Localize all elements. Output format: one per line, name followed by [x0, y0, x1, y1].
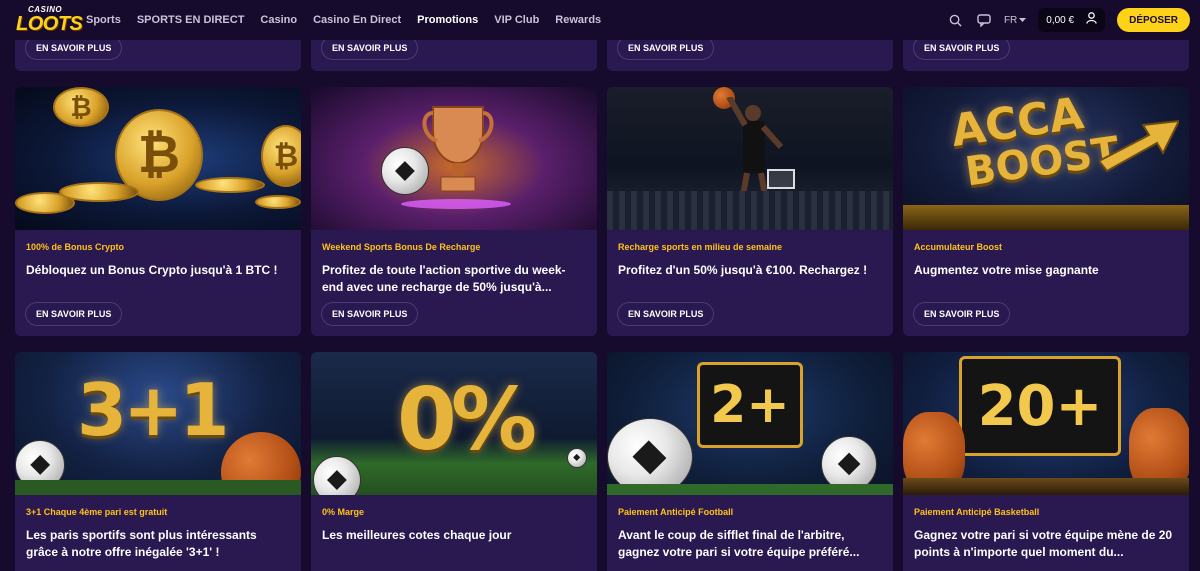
promo-card-midweek-reload[interactable]: Recharge sports en milieu de semaine Pro…	[607, 87, 893, 336]
nav-casino[interactable]: Casino	[260, 14, 297, 26]
main-nav: Sports SPORTS EN DIRECT Casino Casino En…	[86, 14, 601, 26]
search-icon[interactable]	[948, 12, 964, 28]
soccer-ball-icon	[313, 456, 361, 495]
deposit-button[interactable]: DÉPOSER	[1117, 8, 1190, 32]
chevron-down-icon	[1019, 17, 1027, 22]
promo-image-3-plus-1: 3+1	[15, 352, 301, 495]
logo-main-text: LOOTS	[16, 13, 83, 35]
promo-card-3-plus-1[interactable]: 3+1 3+1 Chaque 4ème pari est gratuit Les…	[15, 352, 301, 571]
promo-title: Les paris sportifs sont plus intéressant…	[26, 528, 257, 559]
promo-category: Paiement Anticipé Basketball	[914, 507, 1040, 517]
promo-image-basketball-dunk	[607, 87, 893, 230]
promo-card-weekend-reload[interactable]: Weekend Sports Bonus De Recharge Profite…	[311, 87, 597, 336]
promo-category: Weekend Sports Bonus De Recharge	[322, 242, 481, 252]
promo-card-crypto-bonus[interactable]: ₿ ₿ ₿ 100% de Bonus Crypto Débloquez un …	[15, 87, 301, 336]
promo-image-2-plus-scoreboard: 2+	[607, 352, 893, 495]
arrow-up-right-icon	[1099, 119, 1179, 173]
learn-more-button[interactable]: EN SAVOIR PLUS	[321, 302, 419, 326]
chat-icon[interactable]	[976, 12, 992, 28]
balance-amount: 0,00 €	[1046, 14, 1075, 26]
header-tools: FR 0,00 € DÉPOSER	[948, 8, 1190, 32]
user-icon[interactable]	[1086, 11, 1097, 29]
twenty-plus-scoreboard: 20+	[959, 356, 1121, 456]
two-plus-scoreboard: 2+	[697, 362, 803, 448]
promo-title: Profitez d'un 50% jusqu'à €100. Recharge…	[618, 263, 868, 277]
promo-image-zero-percent: 0%	[311, 352, 597, 495]
promo-card-early-payout-basketball[interactable]: 20+ Paiement Anticipé Basketball Gagnez …	[903, 352, 1189, 571]
soccer-ball-icon	[381, 147, 429, 195]
learn-more-button[interactable]: EN SAVOIR PLUS	[913, 302, 1011, 326]
wallet-panel[interactable]: 0,00 €	[1038, 8, 1106, 32]
promo-title: Augmentez votre mise gagnante	[914, 263, 1099, 277]
promo-category: Recharge sports en milieu de semaine	[618, 242, 783, 252]
bitcoin-coin-icon: ₿	[261, 125, 301, 187]
promo-card-acca-boost[interactable]: ACCA BOOST Accumulateur Boost Augmentez …	[903, 87, 1189, 336]
promo-image-acca-boost: ACCA BOOST	[903, 87, 1189, 230]
promo-category: 100% de Bonus Crypto	[26, 242, 125, 252]
crowd-stands	[607, 191, 893, 230]
casino-loots-logo[interactable]: CASINO LOOTS	[16, 4, 83, 36]
soccer-ball-icon	[567, 448, 587, 468]
learn-more-button[interactable]: EN SAVOIR PLUS	[617, 302, 715, 326]
nav-vip-club[interactable]: VIP Club	[494, 14, 539, 26]
nav-casino-en-direct[interactable]: Casino En Direct	[313, 14, 401, 26]
pitch-grass	[15, 480, 301, 495]
promo-image-trophy-stadium	[311, 87, 597, 230]
promo-title: Profitez de toute l'action sportive du w…	[322, 263, 566, 294]
language-label: FR	[1003, 14, 1018, 26]
promo-title: Avant le coup de sifflet final de l'arbi…	[618, 528, 860, 559]
pitch-grass	[607, 484, 893, 495]
coin-stack-icon	[255, 195, 301, 209]
promo-image-bitcoin-coins: ₿ ₿ ₿	[15, 87, 301, 230]
promo-category: Paiement Anticipé Football	[618, 507, 734, 517]
gold-confetti-floor	[903, 478, 1189, 495]
coin-stack-icon	[59, 182, 139, 202]
three-plus-one-text: 3+1	[77, 368, 230, 452]
glow-pedestal	[401, 199, 511, 209]
bitcoin-coin-icon: ₿	[53, 87, 109, 127]
nav-rewards[interactable]: Rewards	[555, 14, 601, 26]
promo-title: Débloquez un Bonus Crypto jusqu'à 1 BTC …	[26, 263, 278, 277]
promo-title: Gagnez votre pari si votre équipe mène d…	[914, 528, 1173, 559]
top-navigation-bar: CASINO LOOTS Sports SPORTS EN DIRECT Cas…	[0, 0, 1200, 40]
learn-more-button[interactable]: EN SAVOIR PLUS	[25, 302, 123, 326]
promo-category: 0% Marge	[322, 507, 365, 517]
promo-card-zero-margin[interactable]: 0% 0% Marge Les meilleures cotes chaque …	[311, 352, 597, 571]
nav-promotions[interactable]: Promotions	[417, 14, 478, 26]
language-selector[interactable]: FR	[1003, 14, 1027, 26]
trophy-icon	[422, 106, 494, 192]
nav-sports[interactable]: Sports	[86, 14, 121, 26]
promo-image-20-plus-scoreboard: 20+	[903, 352, 1189, 495]
promo-card-early-payout-football[interactable]: 2+ Paiement Anticipé Football Avant le c…	[607, 352, 893, 571]
promo-category: 3+1 Chaque 4ème pari est gratuit	[26, 507, 168, 517]
basketball-hoop	[767, 169, 795, 189]
nav-sports-en-direct[interactable]: SPORTS EN DIRECT	[137, 14, 245, 26]
promo-title: Les meilleures cotes chaque jour	[322, 528, 512, 542]
gold-confetti-floor	[903, 205, 1189, 230]
zero-percent-text: 0%	[397, 370, 537, 470]
coin-stack-icon	[195, 177, 265, 193]
promo-category: Accumulateur Boost	[914, 242, 1003, 252]
